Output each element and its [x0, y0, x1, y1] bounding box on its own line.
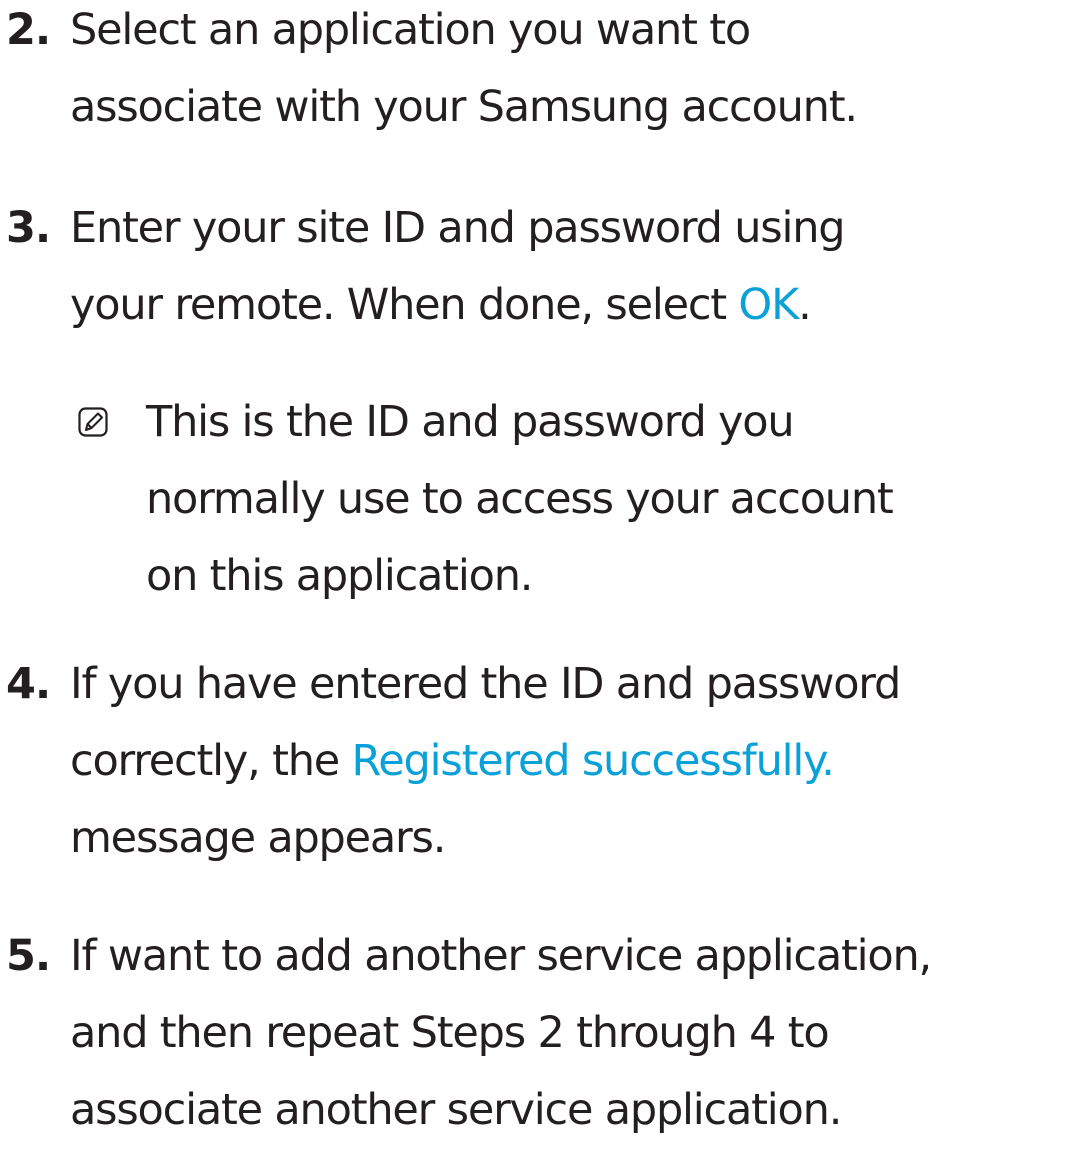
note-text-line: This is the ID and password you	[146, 397, 795, 447]
step-text-line: correctly, the Registered successfully.	[70, 723, 835, 800]
note-text-line: normally use to access your account	[146, 474, 894, 524]
step-text: your remote. When done, select	[70, 280, 739, 330]
step-number: 5.	[6, 931, 51, 981]
step-text-line: If you have entered the ID and password	[70, 659, 901, 709]
step-text-line: message appears.	[70, 813, 446, 863]
step-text-line: Select an application you want to	[70, 5, 751, 55]
note-icon	[78, 407, 108, 437]
note-text-line: on this application.	[146, 551, 533, 601]
step-number: 4.	[6, 659, 51, 709]
step-text-line: and then repeat Steps 2 through 4 to	[70, 1008, 830, 1058]
ok-highlight: OK	[738, 280, 799, 330]
step-number: 2.	[6, 5, 51, 55]
step-text-line: associate another service application.	[70, 1085, 842, 1135]
step-text-line: Enter your site ID and password using	[70, 203, 846, 253]
step-text-line: your remote. When done, select OK.	[70, 267, 812, 344]
registered-successfully-highlight: Registered successfully.	[351, 736, 835, 786]
step-text-line: If want to add another service applicati…	[70, 931, 932, 981]
step-text-line: associate with your Samsung account.	[70, 82, 858, 132]
step-number: 3.	[6, 203, 51, 253]
step-text: .	[798, 280, 812, 330]
step-text: correctly, the	[70, 736, 352, 786]
